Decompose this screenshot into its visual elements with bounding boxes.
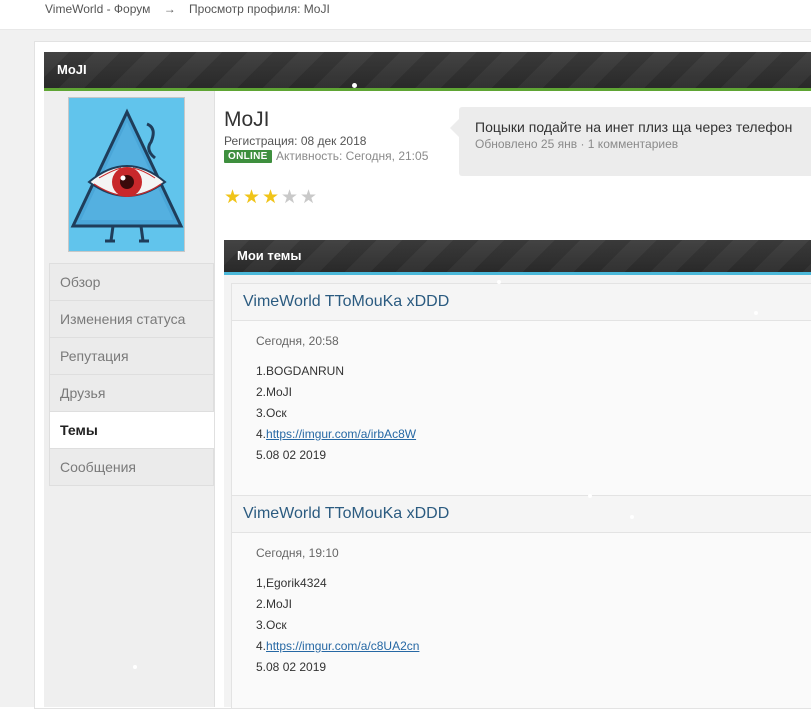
topic-item: VimeWorld TToMouKa xDDD Сегодня, 19:10 1…	[231, 495, 811, 709]
snow-sparkle	[754, 311, 758, 315]
snow-sparkle	[497, 280, 501, 284]
last-activity: Активность: Сегодня, 21:05	[276, 149, 429, 163]
topic-content: 1.BOGDANRUN 2.MoJI 3.Оск 4.https://imgur…	[256, 361, 416, 466]
star-icon[interactable]: ★	[262, 188, 281, 207]
avatar[interactable]	[68, 97, 185, 252]
topic-link-prefix: 4.	[256, 427, 267, 441]
nav-item-friends[interactable]: Друзья	[49, 375, 214, 412]
breadcrumb-current: Просмотр профиля: MoJI	[189, 2, 330, 16]
nav-item-overview[interactable]: Обзор	[49, 263, 214, 301]
topic-line: 1,Egorik4324	[256, 576, 327, 590]
star-icon[interactable]: ★	[224, 188, 243, 207]
status-bullet: ·	[580, 137, 585, 151]
top-bar: VimeWorld - Форум → Просмотр профиля: Mo…	[0, 0, 811, 30]
status-comments-link[interactable]: 1 комментариев	[588, 137, 678, 151]
star-icon[interactable]: ★	[243, 188, 262, 207]
snow-sparkle	[588, 494, 592, 498]
nav-item-status-changes[interactable]: Изменения статуса	[49, 301, 214, 338]
topic-link-prefix: 4.	[256, 639, 267, 653]
snow-sparkle	[133, 665, 137, 669]
profile-username: MoJI	[224, 108, 270, 131]
topic-image-link[interactable]: https://imgur.com/a/irbAc8W	[266, 427, 416, 441]
topic-line: 5.08 02 2019	[256, 448, 327, 462]
status-meta: Обновлено 25 янв · 1 комментариев	[475, 137, 678, 151]
breadcrumb: VimeWorld - Форум → Просмотр профиля: Mo…	[45, 2, 330, 16]
nav-item-topics[interactable]: Темы	[49, 412, 214, 449]
breadcrumb-forum-link[interactable]: VimeWorld - Форум	[45, 2, 150, 16]
topic-line: 1.BOGDANRUN	[256, 364, 345, 378]
profile-nav: Обзор Изменения статуса Репутация Друзья…	[49, 263, 214, 486]
topic-title-bar: VimeWorld TToMouKa xDDD	[232, 496, 811, 533]
star-icon[interactable]: ★	[281, 188, 300, 207]
status-bubble: Поцыки подайте на инет плиз ща через тел…	[450, 107, 811, 176]
profile-header-bar: MoJI	[44, 52, 811, 91]
topic-title-bar: VimeWorld TToMouKa xDDD	[232, 284, 811, 321]
topics-header-title: Мои темы	[237, 248, 302, 263]
nav-item-messages[interactable]: Сообщения	[49, 449, 214, 486]
eye-pyramid-avatar-icon	[69, 98, 184, 251]
breadcrumb-separator: →	[163, 2, 176, 16]
star-icon[interactable]: ★	[300, 188, 319, 207]
status-updated: Обновлено 25 янв	[475, 137, 578, 151]
online-badge: ONLINE	[224, 150, 272, 163]
topic-link-line: 4.https://imgur.com/a/irbAc8W	[256, 424, 416, 445]
topic-line: 3.Оск	[256, 406, 287, 420]
nav-item-reputation[interactable]: Репутация	[49, 338, 214, 375]
topic-line: 5.08 02 2019	[256, 660, 327, 674]
topic-date: Сегодня, 19:10	[256, 546, 339, 560]
snow-sparkle	[630, 515, 634, 519]
topic-link-line: 4.https://imgur.com/a/c8UA2cn	[256, 636, 419, 657]
registration-date: Регистрация: 08 дек 2018	[224, 134, 367, 148]
rating-stars[interactable]: ★ ★ ★ ★ ★	[224, 188, 319, 207]
profile-header-title: MoJI	[57, 62, 87, 77]
topic-title-link[interactable]: VimeWorld TToMouKa xDDD	[243, 505, 449, 523]
topic-line: 2.MoJI	[256, 597, 293, 611]
topics-header-bar: Мои темы	[224, 240, 811, 275]
header-indicator-dot	[352, 83, 357, 88]
status-text: Поцыки подайте на инет плиз ща через тел…	[475, 119, 793, 135]
topic-line: 2.MoJI	[256, 385, 293, 399]
topic-image-link[interactable]: https://imgur.com/a/c8UA2cn	[266, 639, 419, 653]
topic-item: VimeWorld TToMouKa xDDD Сегодня, 20:58 1…	[231, 283, 811, 496]
topic-line: 3.Оск	[256, 618, 287, 632]
topic-content: 1,Egorik4324 2.MoJI 3.Оск 4.https://imgu…	[256, 573, 419, 678]
topic-date: Сегодня, 20:58	[256, 334, 339, 348]
topic-title-link[interactable]: VimeWorld TToMouKa xDDD	[243, 293, 449, 311]
